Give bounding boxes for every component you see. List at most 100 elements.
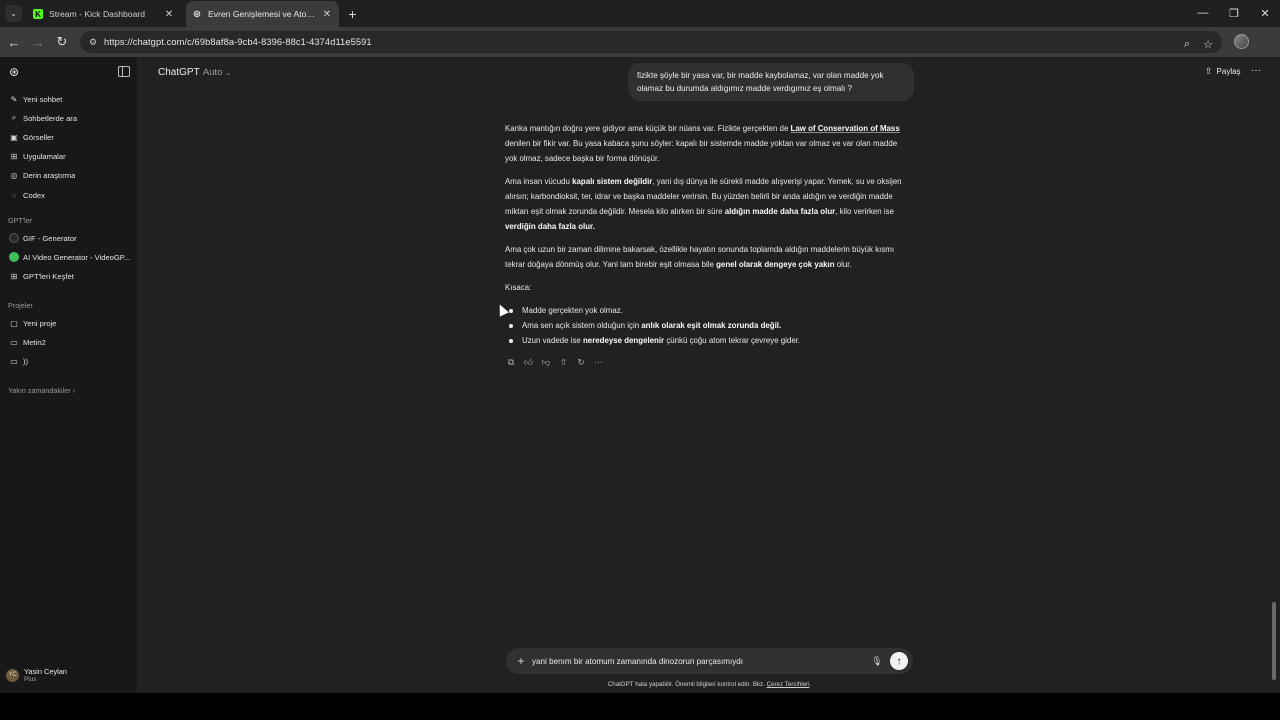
bold-text: genel olarak dengeye çok yakın bbox=[716, 260, 835, 269]
browser-toolbar: ← → ↻ ⚙ https://chatgpt.com/c/69b8af8a-9… bbox=[0, 27, 1280, 76]
chevron-right-icon: › bbox=[72, 386, 75, 395]
share-icon[interactable]: ⇧ bbox=[558, 356, 570, 368]
send-button[interactable]: ↑ bbox=[890, 652, 908, 670]
sidebar-item-label: AI Video Generator - VideoGP... bbox=[23, 252, 131, 262]
user-name: Yasin Ceylan bbox=[24, 666, 67, 676]
close-icon[interactable]: ✕ bbox=[163, 8, 175, 20]
user-menu[interactable]: YC Yasin Ceylan Plus bbox=[6, 663, 134, 687]
tab-title: Evren Genişlemesi ve Atom Yaşı bbox=[208, 9, 321, 19]
arrow-up-icon: ↑ bbox=[896, 655, 902, 667]
reload-button[interactable]: ↻ bbox=[54, 34, 70, 50]
arrow-left-icon: ← bbox=[7, 34, 21, 50]
sidebar-item-label: )) bbox=[23, 356, 29, 366]
plus-icon: + bbox=[348, 5, 357, 22]
sidebar: ⊛ ✎ Yeni sohbet ⌕ Sohbetlerde ara ▣ Görs… bbox=[0, 57, 138, 693]
sidebar-item-project-metin2[interactable]: ▭ Metin2 bbox=[4, 333, 134, 351]
thumbs-up-icon[interactable]: 👍︎ bbox=[523, 356, 535, 368]
text: , kilo verirken ise bbox=[835, 207, 894, 216]
forward-button[interactable]: → bbox=[30, 34, 46, 50]
recents-toggle[interactable]: Yakın zamandakiler › bbox=[8, 386, 75, 395]
sidebar-item-label: Görseller bbox=[23, 132, 54, 142]
profile-avatar[interactable] bbox=[1234, 34, 1249, 49]
sidebar-item-search[interactable]: ⌕ Sohbetlerde ara bbox=[4, 109, 134, 127]
sidebar-item-label: Yeni sohbet bbox=[23, 94, 63, 104]
sidebar-item-deep-research[interactable]: ◎ Derin araştırma bbox=[4, 166, 134, 184]
share-icon: ⇧ bbox=[1205, 66, 1213, 76]
kick-logo-icon: K bbox=[33, 9, 43, 19]
codex-icon: ◌ bbox=[11, 190, 17, 200]
new-tab-button[interactable]: + bbox=[345, 5, 360, 22]
composer: + 🎙︎ ↑ bbox=[506, 648, 913, 674]
folder-icon: ▭ bbox=[10, 337, 18, 347]
star-icon[interactable]: ☆ bbox=[1201, 37, 1215, 51]
plus-icon[interactable]: + bbox=[514, 654, 528, 668]
browser-tab-kick[interactable]: K Stream - Kick Dashboard ✕ bbox=[27, 1, 181, 27]
disclaimer: ChatGPT hata yapabilir. Önemli bilgileri… bbox=[506, 681, 913, 688]
sidebar-item-project-parens[interactable]: ▭ )) bbox=[4, 352, 134, 370]
text: çünkü çoğu atom tekrar çevreye gider. bbox=[664, 336, 801, 345]
more-icon[interactable]: ··· bbox=[593, 356, 605, 368]
conversation-options-icon[interactable]: ··· bbox=[1251, 65, 1261, 76]
share-label: Paylaş bbox=[1216, 67, 1241, 76]
sidebar-item-new-chat[interactable]: ✎ Yeni sohbet bbox=[4, 90, 134, 108]
summary-label: Kısaca: bbox=[505, 283, 532, 292]
cookie-preferences-link[interactable]: Çerez Tercihleri bbox=[767, 681, 810, 688]
text: ChatGPT hata yapabilir. Önemli bilgileri… bbox=[607, 681, 767, 688]
minimize-button[interactable]: — bbox=[1195, 5, 1211, 21]
text: Uzun vadede ise bbox=[522, 336, 583, 345]
tab-search-button[interactable]: ⌄ bbox=[5, 5, 22, 22]
new-chat-icon: ✎ bbox=[10, 94, 18, 104]
explore-gpts-icon: ⊞ bbox=[10, 271, 18, 281]
copy-icon[interactable]: ⧉ bbox=[505, 356, 517, 368]
deep-research-icon: ◎ bbox=[10, 170, 18, 180]
site-info-icon[interactable]: ⚙ bbox=[87, 36, 99, 48]
chatgpt-logo-icon[interactable]: ⊛ bbox=[7, 65, 21, 79]
zoom-icon[interactable]: ⌕ bbox=[1180, 37, 1194, 51]
sidebar-item-label: Uygulamalar bbox=[23, 151, 66, 161]
sidebar-item-codex[interactable]: ◌ Codex bbox=[4, 186, 134, 204]
new-project-icon: ▢ bbox=[10, 318, 18, 328]
chatgpt-logo-icon: ⊛ bbox=[192, 8, 202, 20]
sidebar-item-video-generator[interactable]: AI Video Generator - VideoGP... bbox=[4, 248, 134, 266]
user-plan: Plus bbox=[24, 675, 37, 683]
browser-tab-chatgpt[interactable]: ⊛ Evren Genişlemesi ve Atom Yaşı ✕ bbox=[186, 1, 339, 27]
avatar: YC bbox=[6, 668, 19, 682]
list-item: Ama sen açık sistem olduğun için anlık o… bbox=[505, 318, 905, 333]
sidebar-item-new-project[interactable]: ▢ Yeni proje bbox=[4, 314, 134, 332]
share-button[interactable]: ⇧ Paylaş bbox=[1205, 66, 1241, 77]
restore-button[interactable]: ❐ bbox=[1226, 5, 1242, 21]
sidebar-item-gif-generator[interactable]: GIF - Generator bbox=[4, 229, 134, 247]
sidebar-item-label: GPT'leri Keşfet bbox=[23, 271, 74, 281]
list-item: Uzun vadede ise neredeyse dengelenir çün… bbox=[505, 333, 905, 348]
apps-icon: ⊞ bbox=[10, 151, 18, 161]
regenerate-icon[interactable]: ↻ bbox=[575, 356, 587, 368]
text: Madde gerçekten yok olmaz. bbox=[522, 306, 623, 315]
sidebar-item-label: Codex bbox=[23, 190, 45, 200]
sidebar-item-label: GIF - Generator bbox=[23, 233, 77, 243]
text: denilen bir fikir var. Bu yasa kabaca şu… bbox=[505, 139, 898, 163]
sidebar-toggle-icon[interactable] bbox=[118, 66, 130, 77]
thumbs-down-icon[interactable]: 👎︎ bbox=[540, 356, 552, 368]
url-text[interactable]: https://chatgpt.com/c/69b8af8a-9cb4-8396… bbox=[104, 37, 372, 47]
text: Kanka mantığın doğru yere gidiyor ama kü… bbox=[505, 124, 791, 133]
wiki-link[interactable]: Law of Conservation of Mass bbox=[791, 124, 900, 133]
bold-text: verdiğin daha fazla olur. bbox=[505, 222, 595, 231]
recents-label: Yakın zamandakiler bbox=[8, 386, 71, 395]
search-icon: ⌕ bbox=[11, 113, 17, 122]
sidebar-item-label: Yeni proje bbox=[23, 318, 57, 328]
address-bar[interactable]: ⚙ https://chatgpt.com/c/69b8af8a-9cb4-83… bbox=[80, 31, 1222, 53]
model-selector[interactable]: ChatGPT Auto ⌄ bbox=[158, 67, 231, 78]
scrollbar[interactable] bbox=[1272, 602, 1276, 680]
close-window-button[interactable]: ✕ bbox=[1257, 5, 1273, 21]
close-icon[interactable]: ✕ bbox=[321, 8, 333, 20]
bold-text: aldığın madde daha fazla olur bbox=[724, 207, 836, 216]
minimize-icon: — bbox=[1197, 7, 1209, 19]
back-button[interactable]: ← bbox=[6, 34, 22, 50]
prompt-input[interactable] bbox=[532, 653, 862, 669]
microphone-icon[interactable]: 🎙︎ bbox=[871, 655, 883, 667]
sidebar-item-images[interactable]: ▣ Görseller bbox=[4, 128, 134, 146]
sidebar-item-apps[interactable]: ⊞ Uygulamalar bbox=[4, 147, 134, 165]
restore-icon: ❐ bbox=[1229, 7, 1239, 20]
model-name: ChatGPT bbox=[158, 67, 200, 78]
sidebar-item-explore-gpts[interactable]: ⊞ GPT'leri Keşfet bbox=[4, 267, 134, 285]
